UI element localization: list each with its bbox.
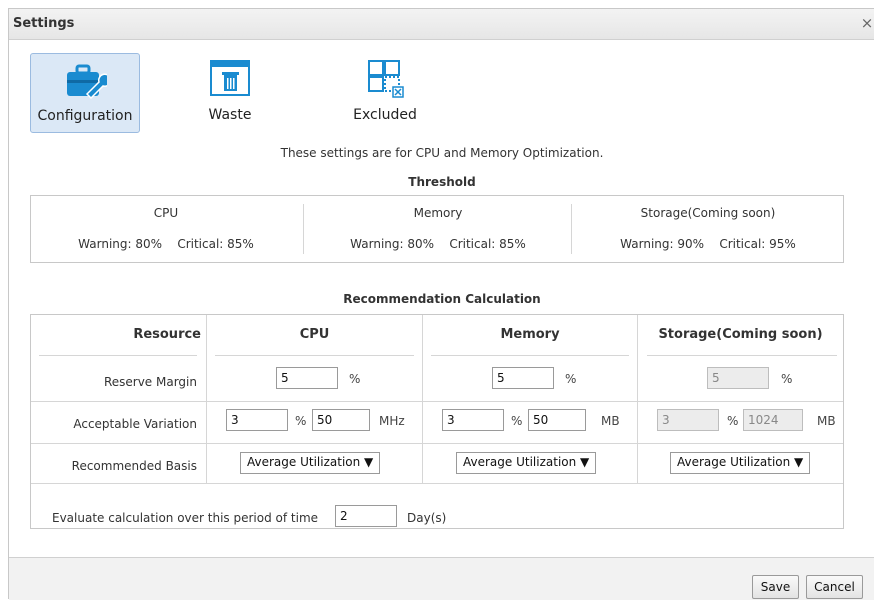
recommendation-title: Recommendation Calculation: [343, 292, 541, 306]
storage-variation-mb-input: [743, 409, 803, 431]
tab-waste-label: Waste: [208, 107, 252, 123]
close-icon[interactable]: ×: [859, 14, 874, 32]
threshold-storage-name: Storage(Coming soon): [640, 206, 776, 220]
settings-note: These settings are for CPU and Memory Op…: [280, 146, 604, 160]
cpu-variation-mhz-input[interactable]: [312, 409, 370, 431]
grid-divider: [31, 483, 843, 484]
dialog-title: Settings: [13, 16, 75, 31]
storage-variation-mb-unit: MB: [817, 414, 836, 428]
threshold-cpu: CPU Warning: 80% Critical: 85%: [31, 196, 301, 262]
recommendation-panel: Resource CPU Memory Storage(Coming soon)…: [30, 314, 844, 529]
period-input[interactable]: [335, 505, 397, 527]
header-storage: Storage(Coming soon): [658, 327, 823, 342]
period-label: Evaluate calculation over this period of…: [52, 511, 319, 525]
threshold-title: Threshold: [408, 175, 476, 189]
cpu-variation-mhz-unit: MHz: [379, 414, 405, 428]
save-button[interactable]: Save: [752, 575, 799, 599]
memory-variation-percent-input[interactable]: [442, 409, 504, 431]
memory-variation-percent-unit: %: [511, 414, 523, 428]
threshold-cpu-values: Warning: 80% Critical: 85%: [31, 237, 301, 251]
grid-divider: [39, 355, 197, 356]
tab-configuration-label: Configuration: [37, 108, 133, 124]
toolbox-wrench-icon: [67, 64, 107, 100]
cancel-button[interactable]: Cancel: [806, 575, 863, 599]
threshold-storage-values: Warning: 90% Critical: 95%: [573, 237, 843, 251]
trash-window-icon: [210, 60, 250, 96]
threshold-memory-warning: Warning: 80%: [350, 237, 435, 251]
cpu-variation-percent-unit: %: [295, 414, 307, 428]
grid-divider: [431, 355, 629, 356]
memory-recommended-basis-select[interactable]: Average Utilization ▼: [456, 452, 597, 474]
grid-divider: [215, 355, 414, 356]
header-resource: Resource: [133, 327, 201, 342]
threshold-storage-warning: Warning: 90%: [620, 237, 705, 251]
threshold-panel: CPU Warning: 80% Critical: 85% Memory Wa…: [30, 195, 844, 263]
threshold-storage: Storage(Coming soon) Warning: 90% Critic…: [573, 196, 843, 262]
period-unit: Day(s): [407, 511, 447, 525]
dialog-titlebar: Settings ×: [9, 9, 874, 40]
grid-divider: [647, 355, 837, 356]
threshold-memory: Memory Warning: 80% Critical: 85%: [305, 196, 571, 262]
threshold-cpu-name: CPU: [153, 206, 179, 220]
header-memory: Memory: [500, 327, 560, 342]
grid-divider: [31, 443, 843, 444]
memory-variation-mb-unit: MB: [601, 414, 620, 428]
threshold-memory-name: Memory: [413, 206, 463, 220]
header-cpu: CPU: [299, 327, 330, 342]
threshold-cpu-critical: Critical: 85%: [177, 237, 254, 251]
storage-variation-percent-input: [657, 409, 719, 431]
storage-reserve-unit: %: [781, 372, 793, 386]
storage-recommended-basis-select[interactable]: Average Utilization ▼: [670, 452, 811, 474]
storage-reserve-margin-input: [707, 367, 769, 389]
memory-reserve-margin-input[interactable]: [492, 367, 554, 389]
memory-variation-mb-input[interactable]: [528, 409, 586, 431]
threshold-cpu-warning: Warning: 80%: [78, 237, 163, 251]
grid-excluded-icon: [368, 60, 404, 98]
row-label-reserve-margin: Reserve Margin: [103, 375, 197, 389]
cpu-reserve-margin-input[interactable]: [276, 367, 338, 389]
threshold-memory-critical: Critical: 85%: [449, 237, 526, 251]
threshold-memory-values: Warning: 80% Critical: 85%: [305, 237, 571, 251]
row-label-acceptable-variation: Acceptable Variation: [73, 417, 197, 431]
threshold-storage-critical: Critical: 95%: [719, 237, 796, 251]
row-label-recommended-basis: Recommended Basis: [71, 459, 197, 473]
dialog-footer: [9, 557, 874, 600]
cpu-recommended-basis-select[interactable]: Average Utilization ▼: [240, 452, 381, 474]
threshold-divider: [303, 204, 304, 254]
cpu-variation-percent-input[interactable]: [226, 409, 288, 431]
settings-dialog: Settings × Configuration Waste Excluded …: [8, 8, 874, 600]
tab-excluded[interactable]: Excluded: [330, 53, 440, 133]
tab-configuration[interactable]: Configuration: [30, 53, 140, 133]
threshold-divider: [571, 204, 572, 254]
cpu-reserve-unit: %: [349, 372, 361, 386]
storage-variation-percent-unit: %: [727, 414, 739, 428]
grid-divider: [31, 401, 843, 402]
tab-waste[interactable]: Waste: [175, 53, 285, 133]
memory-reserve-unit: %: [565, 372, 577, 386]
tab-excluded-label: Excluded: [353, 107, 417, 123]
